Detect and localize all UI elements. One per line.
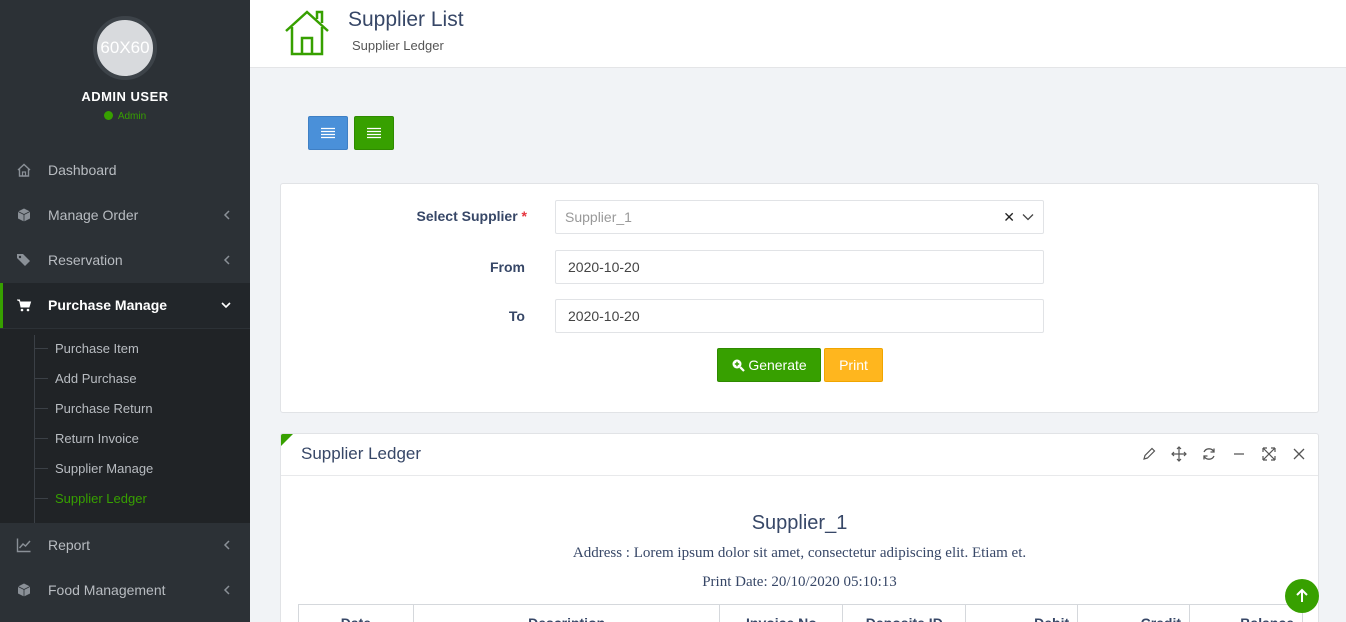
generate-label: Generate — [748, 357, 807, 373]
sidebar-item-food-management[interactable]: Food Management — [0, 568, 250, 613]
cart-icon — [17, 299, 32, 312]
to-date-input[interactable]: 2020-10-20 — [555, 299, 1044, 333]
column-header-description: Description — [412, 604, 721, 622]
refresh-icon[interactable] — [1201, 446, 1217, 462]
cube-icon — [17, 208, 31, 222]
role-label: Admin — [117, 111, 147, 122]
sidebar-item-manage-order[interactable]: Manage Order — [0, 193, 250, 238]
online-status-dot — [103, 111, 113, 120]
print-date: Print Date: 20/10/2020 05:10:13 — [702, 574, 897, 590]
column-header-balance: Balance — [1189, 604, 1303, 622]
sidebar-item-label: Report — [48, 537, 91, 553]
column-header-deposite-id: Deposite ID — [842, 604, 967, 622]
avatar-text: 60X60 — [100, 38, 150, 57]
panel-title: Supplier Ledger — [301, 444, 422, 463]
submenu-item-purchase-item[interactable]: Purchase Item — [34, 336, 139, 360]
purchase-submenu: Purchase Item Add Purchase Purchase Retu… — [0, 329, 250, 523]
page-title: Supplier List — [348, 8, 464, 31]
column-header-credit: Credit — [1077, 604, 1191, 622]
arrow-up-icon — [1296, 588, 1308, 602]
submenu-item-add-purchase[interactable]: Add Purchase — [34, 366, 137, 390]
filter-panel: Select Supplier * Supplier_1 ✕ From 2020… — [280, 183, 1319, 413]
cube-icon — [17, 583, 31, 597]
list-view-button[interactable] — [308, 116, 348, 150]
to-date-value: 2020-10-20 — [568, 308, 640, 324]
supplier-label: Select Supplier * — [371, 208, 528, 224]
chevron-down-icon[interactable] — [1022, 213, 1034, 221]
username: ADMIN USER — [81, 89, 169, 104]
sidebar-item-label: Purchase Manage — [48, 297, 168, 313]
home-icon — [285, 10, 329, 56]
clear-icon[interactable]: ✕ — [1003, 209, 1015, 226]
sidebar-item-dashboard[interactable]: Dashboard — [0, 148, 250, 193]
column-header-date: Date — [298, 604, 414, 622]
from-date-input[interactable]: 2020-10-20 — [555, 250, 1044, 284]
submenu-label: Supplier Manage — [55, 460, 154, 476]
home-icon — [17, 163, 31, 177]
tags-icon — [17, 254, 30, 266]
submenu-item-supplier-manage[interactable]: Supplier Manage — [34, 456, 153, 480]
column-header-invoice-no: Invoice No — [719, 604, 844, 622]
supplier-select-value: Supplier_1 — [565, 209, 632, 225]
required-mark: * — [521, 208, 527, 224]
from-label: From — [490, 259, 525, 275]
submenu-label: Supplier Ledger — [55, 490, 147, 506]
column-header-debit: Debit — [965, 604, 1079, 622]
submenu-label: Purchase Item — [55, 340, 139, 356]
generate-button[interactable]: Generate — [717, 348, 821, 382]
sidebar-item-label: Manage Order — [48, 207, 139, 223]
sidebar: 60X60 ADMIN USER Admin Dashboard Manage … — [0, 0, 250, 622]
submenu-item-supplier-ledger[interactable]: Supplier Ledger — [34, 486, 147, 510]
sidebar-item-reservation[interactable]: Reservation — [0, 238, 250, 283]
avatar[interactable]: 60X60 — [93, 16, 157, 80]
scroll-to-top-button[interactable] — [1285, 579, 1319, 613]
submenu-label: Purchase Return — [55, 400, 153, 416]
table-header-row: Date Description Invoice No Deposite ID … — [298, 604, 1303, 622]
sidebar-item-report[interactable]: Report — [0, 523, 250, 568]
to-label: To — [508, 308, 525, 324]
ledger-panel: Supplier Ledger Supplier_1 Address : Lor… — [280, 433, 1319, 622]
page-header: Supplier List Supplier Ledger — [250, 0, 1346, 68]
sidebar-item-purchase-manage[interactable]: Purchase Manage — [0, 283, 250, 328]
user-profile: 60X60 ADMIN USER Admin — [0, 0, 250, 140]
sidebar-item-label: Reservation — [48, 252, 123, 268]
sidebar-item-label: Dashboard — [48, 162, 117, 178]
close-icon[interactable] — [1291, 446, 1307, 462]
submenu-label: Return Invoice — [55, 430, 139, 446]
chevron-left-icon — [223, 210, 230, 220]
from-date-value: 2020-10-20 — [568, 259, 640, 275]
panel-header: Supplier Ledger — [281, 434, 1318, 476]
chevron-down-icon — [221, 302, 231, 309]
list-icon — [321, 127, 335, 139]
sidebar-item-label: Food Management — [48, 582, 166, 598]
chevron-left-icon — [223, 255, 230, 265]
user-role: Admin — [0, 111, 250, 122]
print-button[interactable]: Print — [824, 348, 883, 382]
submenu-item-return-invoice[interactable]: Return Invoice — [34, 426, 139, 450]
list-icon — [367, 127, 381, 139]
list-view-alt-button[interactable] — [354, 116, 394, 150]
minimize-icon[interactable] — [1231, 446, 1247, 462]
ledger-table: Date Description Invoice No Deposite ID … — [298, 604, 1303, 622]
supplier-label-text: Select Supplier — [416, 208, 518, 224]
chevron-left-icon — [223, 540, 230, 550]
pencil-icon[interactable] — [1141, 446, 1157, 462]
supplier-select[interactable]: Supplier_1 ✕ — [555, 200, 1044, 234]
search-plus-icon — [732, 359, 746, 372]
page-subtitle: Supplier Ledger — [352, 38, 444, 53]
move-icon[interactable] — [1171, 446, 1187, 462]
submenu-label: Add Purchase — [55, 370, 137, 386]
supplier-name: Supplier_1 — [751, 512, 848, 534]
supplier-address: Address : Lorem ipsum dolor sit amet, co… — [572, 545, 1027, 561]
chart-icon — [16, 538, 31, 553]
submenu-item-purchase-return[interactable]: Purchase Return — [34, 396, 153, 420]
print-label: Print — [839, 357, 868, 373]
fullscreen-icon[interactable] — [1261, 446, 1277, 462]
chevron-left-icon — [223, 585, 230, 595]
